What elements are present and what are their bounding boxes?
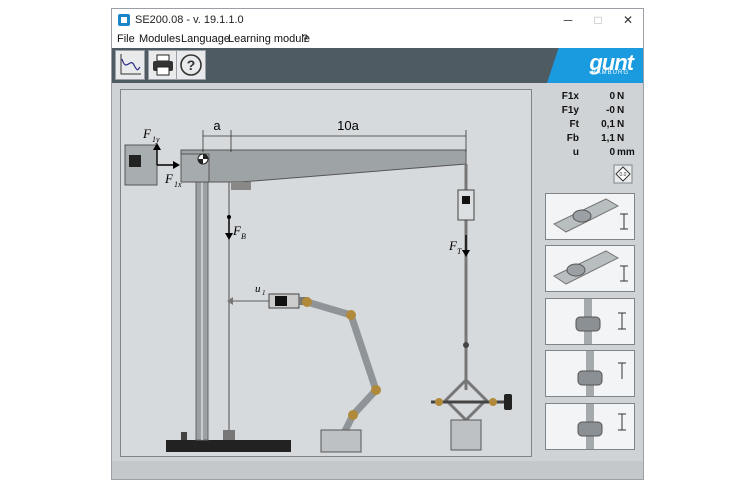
arm-joint-3 bbox=[371, 385, 381, 395]
u1-label: u bbox=[255, 283, 261, 295]
readout-row: F1y -0 N bbox=[542, 105, 637, 119]
readout-row: F1x 0 N bbox=[542, 91, 637, 105]
zero-reset-button[interactable]: 0.0 bbox=[613, 164, 633, 184]
ft-arrowhead bbox=[462, 250, 470, 257]
application-window: SE200.08 - v. 19.1.1.0 ─ □ ✕ File Module… bbox=[111, 8, 644, 480]
gauge-plunger-tip bbox=[227, 297, 233, 305]
boom-bracket bbox=[231, 182, 251, 190]
experiment-canvas: a 10a F 1y F 1x F B F T u 1 bbox=[120, 89, 532, 457]
learning-module-item-1[interactable] bbox=[545, 193, 635, 240]
tensioner-nut-right bbox=[489, 398, 497, 406]
help-button[interactable]: ? bbox=[176, 50, 206, 80]
graph-button[interactable] bbox=[115, 50, 145, 80]
f1x-subscript: 1x bbox=[174, 180, 182, 189]
readout-value: 0 bbox=[609, 91, 615, 102]
learning-module-item-3[interactable] bbox=[545, 298, 635, 345]
readout-unit: N bbox=[617, 133, 625, 144]
readout-unit: N bbox=[617, 119, 625, 130]
readout-label: F1y bbox=[561, 105, 579, 116]
gauge-stand-base bbox=[320, 429, 362, 453]
menu-help[interactable]: ? bbox=[302, 33, 308, 45]
maximize-button[interactable]: □ bbox=[583, 9, 613, 31]
menu-file[interactable]: File bbox=[117, 33, 135, 45]
arm-joint-2 bbox=[346, 310, 356, 320]
app-icon bbox=[118, 14, 130, 26]
f1y-label: F bbox=[142, 126, 152, 141]
menu-language[interactable]: Language bbox=[181, 33, 230, 45]
column-highlight bbox=[201, 168, 203, 440]
module-thumbnail bbox=[546, 351, 634, 396]
readout-value: 0,1 bbox=[601, 119, 615, 130]
zero-reset-text: 0.0 bbox=[620, 172, 627, 178]
tensioner-nut-left bbox=[435, 398, 443, 406]
tie-rod-joint bbox=[463, 342, 469, 348]
menu-modules[interactable]: Modules bbox=[139, 33, 181, 45]
readout-value: 1,1 bbox=[601, 133, 615, 144]
u1-subscript: 1 bbox=[262, 289, 266, 297]
ft-subscript: T bbox=[457, 247, 462, 256]
gunt-logo-subtext: HAMBURG bbox=[591, 70, 629, 76]
module-thumbnail bbox=[546, 299, 634, 344]
readout-label: Ft bbox=[569, 119, 579, 130]
printer-icon bbox=[153, 54, 173, 76]
f1x-arrowhead bbox=[173, 161, 180, 169]
tie-sensor bbox=[457, 189, 475, 221]
readout-label: u bbox=[572, 147, 579, 158]
menu-learning-module[interactable]: Learning module bbox=[228, 33, 310, 45]
dim-10a-label: 10a bbox=[337, 118, 359, 133]
menu-bar: File Modules Language Learning module ? bbox=[112, 31, 643, 48]
fb-arrowhead bbox=[225, 233, 233, 240]
fb-anchor bbox=[223, 430, 235, 440]
readout-label: F1x bbox=[561, 91, 579, 102]
status-bar bbox=[112, 461, 643, 479]
right-clamp bbox=[450, 419, 482, 451]
module-thumbnail bbox=[546, 194, 634, 239]
graph-icon bbox=[120, 54, 141, 75]
arm-joint-4 bbox=[348, 410, 358, 420]
tensioner-knob bbox=[504, 394, 512, 410]
arm-joint-1 bbox=[302, 297, 312, 307]
learning-module-item-4[interactable] bbox=[545, 350, 635, 397]
readout-value: -0 bbox=[606, 105, 615, 116]
f1y-subscript: 1y bbox=[152, 135, 160, 144]
force-sensor-display bbox=[129, 155, 141, 167]
f1x-label: F bbox=[164, 171, 174, 186]
module-thumbnail bbox=[546, 404, 634, 449]
learning-module-item-5[interactable] bbox=[545, 403, 635, 450]
minimize-button[interactable]: ─ bbox=[553, 9, 583, 31]
readout-unit: mm bbox=[617, 147, 635, 158]
readout-value: 0 bbox=[609, 147, 615, 158]
readout-row: u 0 mm bbox=[542, 147, 637, 161]
close-button[interactable]: ✕ bbox=[613, 9, 643, 31]
learning-module-item-2[interactable] bbox=[545, 245, 635, 292]
readout-row: Fb 1,1 N bbox=[542, 133, 637, 147]
tie-sensor-display bbox=[462, 196, 470, 204]
dial-gauge-display bbox=[275, 296, 287, 306]
fb-subscript: B bbox=[241, 232, 246, 241]
base-bolt bbox=[181, 432, 187, 440]
readout-row: Ft 0,1 N bbox=[542, 119, 637, 133]
boom-arm bbox=[180, 149, 467, 183]
dim-a-label: a bbox=[213, 118, 221, 133]
help-icon: ? bbox=[180, 54, 202, 76]
base-plate bbox=[166, 440, 291, 452]
module-thumbnail bbox=[546, 246, 634, 291]
zero-reset-icon: 0.0 bbox=[613, 164, 633, 184]
title-bar: SE200.08 - v. 19.1.1.0 ─ □ ✕ bbox=[112, 9, 643, 31]
svg-text:?: ? bbox=[187, 57, 196, 73]
readout-unit: N bbox=[617, 91, 625, 102]
readout-label: Fb bbox=[566, 133, 579, 144]
crane-setup-diagram: a 10a F 1y F 1x F B F T u 1 bbox=[124, 118, 512, 453]
gauge-arm bbox=[306, 298, 380, 437]
readout-unit: N bbox=[617, 105, 625, 116]
window-title: SE200.08 - v. 19.1.1.0 bbox=[135, 14, 244, 26]
print-button[interactable] bbox=[148, 50, 178, 80]
